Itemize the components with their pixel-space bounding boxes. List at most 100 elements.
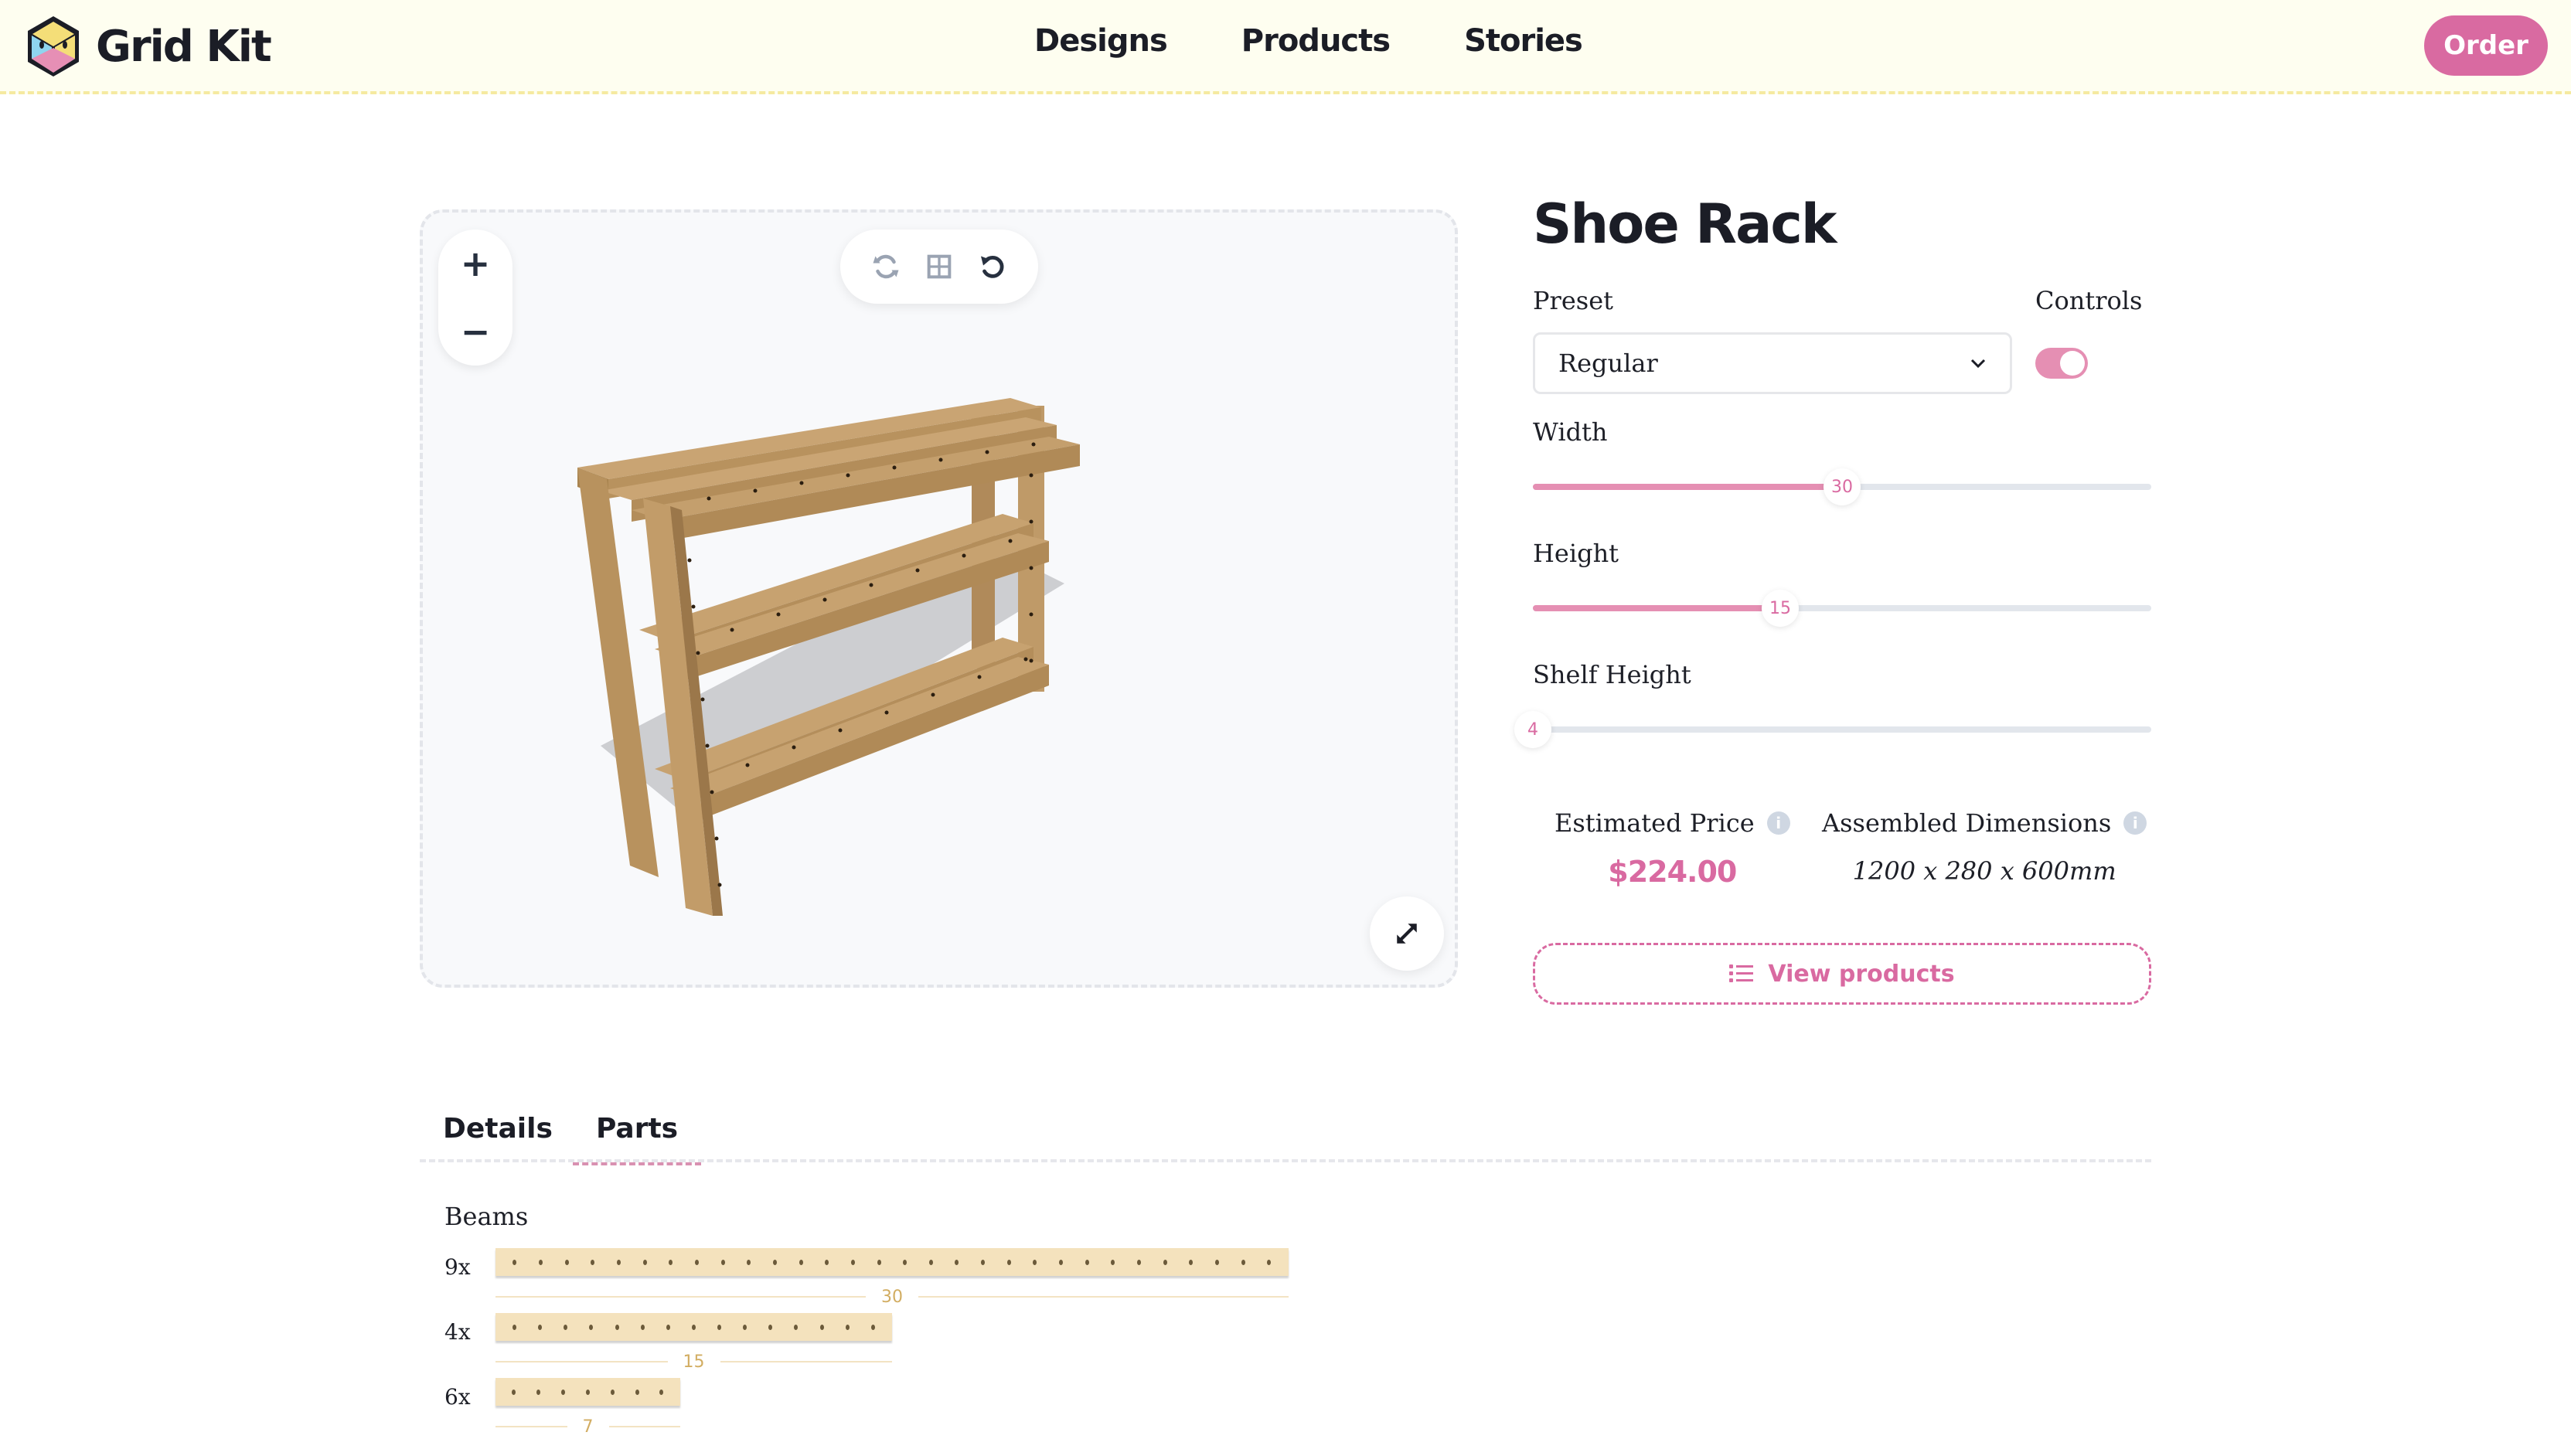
zoom-out-button[interactable]: − <box>444 304 506 359</box>
beam-hole <box>1085 1259 1089 1265</box>
beam-hole <box>1137 1259 1142 1265</box>
beam-hole <box>747 1259 751 1265</box>
width-slider-thumb[interactable]: 30 <box>1824 468 1861 505</box>
dimension-line <box>918 1296 1289 1298</box>
info-icon[interactable]: i <box>1766 811 1790 835</box>
beam-length: 15 <box>683 1352 705 1372</box>
beam-hole <box>819 1324 824 1330</box>
reset-icon <box>981 255 1004 278</box>
beam-hole <box>1215 1259 1220 1265</box>
nav-designs[interactable]: Designs <box>1034 23 1168 59</box>
fullscreen-button[interactable] <box>1370 896 1444 971</box>
beam-hole <box>1241 1259 1245 1265</box>
tab-bar: Details Parts <box>420 1096 2151 1165</box>
controls-label: Controls <box>2035 286 2143 315</box>
dimension-line <box>495 1426 567 1427</box>
shelf-height-slider[interactable]: 4 <box>1514 711 2151 748</box>
stats-row: Estimated Price i $224.00 Assembled Dime… <box>1533 808 2151 917</box>
plus-icon: + <box>460 243 491 284</box>
beam-hole <box>512 1324 517 1330</box>
beam-length-indicator: 7 <box>495 1417 680 1437</box>
beam-hole <box>635 1389 639 1395</box>
tab-parts[interactable]: Parts <box>573 1096 702 1165</box>
beam-hole <box>845 1324 850 1330</box>
grid-icon <box>927 254 952 279</box>
beam-quantity: 9x <box>444 1254 471 1280</box>
beam-hole <box>512 1259 517 1265</box>
beam-hole <box>1163 1259 1167 1265</box>
beam-hole <box>512 1389 516 1395</box>
beam-hole <box>1111 1259 1115 1265</box>
beam-quantity: 6x <box>444 1384 471 1410</box>
zoom-controls: + − <box>438 230 512 366</box>
beam-row: 6x 7 <box>444 1378 1295 1443</box>
beam-hole <box>768 1324 773 1330</box>
nav-stories[interactable]: Stories <box>1464 23 1583 59</box>
config-panel: Shoe Rack Preset Controls Regular Width … <box>1514 185 2151 1005</box>
beam-hole <box>825 1259 829 1265</box>
height-slider[interactable]: 15 <box>1533 590 2151 627</box>
beam-hole <box>772 1259 777 1265</box>
model-viewer[interactable]: + − <box>420 209 1458 988</box>
dimensions-stat: Assembled Dimensions i 1200 x 280 x 600m… <box>1822 808 2147 886</box>
price-label: Estimated Price <box>1555 808 1755 838</box>
height-label: Height <box>1533 539 1619 568</box>
height-slider-fill <box>1533 605 1780 611</box>
width-slider-block: Width 30 <box>1533 417 2151 505</box>
width-slider-fill <box>1533 484 1842 490</box>
beam-hole <box>1267 1259 1272 1265</box>
view-products-button[interactable]: View products <box>1533 943 2151 1005</box>
beam-hole <box>585 1389 590 1395</box>
preset-select[interactable]: Regular <box>1533 332 2012 394</box>
beam-graphic <box>495 1378 680 1406</box>
beam-hole <box>616 1259 621 1265</box>
reset-view-button[interactable] <box>971 245 1014 288</box>
width-slider[interactable]: 30 <box>1533 468 2151 505</box>
beam-hole <box>743 1324 747 1330</box>
width-label: Width <box>1533 417 1608 447</box>
beam-hole <box>640 1324 645 1330</box>
dimension-line <box>720 1361 892 1362</box>
zoom-in-button[interactable]: + <box>444 236 506 291</box>
grid-toggle-button[interactable] <box>918 245 961 288</box>
beam-hole <box>564 1324 568 1330</box>
beam-hole <box>589 1324 594 1330</box>
beam-hole <box>955 1259 959 1265</box>
info-icon[interactable]: i <box>2123 811 2147 835</box>
shelf-height-slider-thumb[interactable]: 4 <box>1514 711 1551 748</box>
price-stat: Estimated Price i $224.00 <box>1555 808 1790 889</box>
nav-products[interactable]: Products <box>1241 23 1391 59</box>
logo[interactable]: Grid Kit <box>25 14 272 79</box>
auto-rotate-button[interactable] <box>864 245 908 288</box>
shoe-rack-model <box>577 398 1080 916</box>
beam-hole <box>694 1259 699 1265</box>
view-toolbar <box>840 230 1038 304</box>
beam-hole <box>1189 1259 1194 1265</box>
height-slider-thumb[interactable]: 15 <box>1762 590 1799 627</box>
beam-length-indicator: 15 <box>495 1352 892 1372</box>
height-slider-block: Height 15 <box>1533 539 2151 627</box>
beam-hole <box>538 1324 543 1330</box>
beam-graphic <box>495 1313 892 1341</box>
beam-length: 7 <box>582 1417 594 1437</box>
beam-hole <box>536 1389 541 1395</box>
shelf-height-slider-block: Shelf Height 4 <box>1514 660 2151 748</box>
main-nav: Designs Products Stories <box>1034 23 1583 59</box>
beam-hole <box>850 1259 855 1265</box>
minus-icon: − <box>460 311 491 352</box>
tab-details[interactable]: Details <box>420 1096 576 1162</box>
beam-hole <box>1059 1259 1064 1265</box>
rotate-icon <box>873 254 899 279</box>
order-button[interactable]: Order <box>2424 15 2548 76</box>
beam-hole <box>669 1259 673 1265</box>
controls-toggle[interactable] <box>2035 348 2088 379</box>
beam-hole <box>799 1259 803 1265</box>
dimensions-value: 1200 x 280 x 600mm <box>1852 856 2116 886</box>
beam-graphic <box>495 1248 1289 1276</box>
dimension-line <box>495 1296 866 1298</box>
beam-hole <box>794 1324 799 1330</box>
beams-heading: Beams <box>444 1202 529 1231</box>
beam-hole <box>928 1259 933 1265</box>
beam-hole <box>981 1259 986 1265</box>
beam-hole <box>1033 1259 1037 1265</box>
